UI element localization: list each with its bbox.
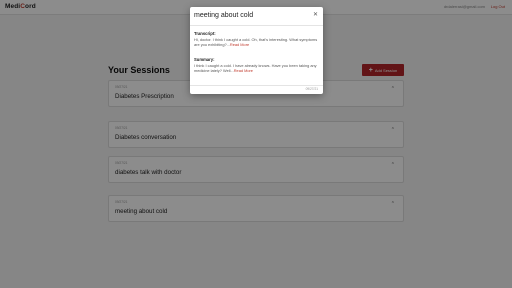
modal-title: meeting about cold	[194, 12, 254, 19]
modal-divider	[190, 25, 323, 26]
modal-divider	[190, 85, 323, 86]
transcript-text: Hi, doctor. I think I caught a cold. Oh,…	[194, 37, 318, 47]
summary-label: Summary:	[194, 57, 215, 62]
summary-text: I think I caught a cold. I have already …	[194, 63, 318, 73]
transcript-excerpt: Hi, doctor. I think I caught a cold. Oh,…	[194, 37, 318, 48]
modal-date: 09/27/21	[305, 87, 318, 91]
summary-excerpt: I think I caught a cold. I have already …	[194, 63, 317, 74]
session-modal: meeting about cold ✕ Transcript: Hi, doc…	[190, 7, 323, 94]
close-icon[interactable]: ✕	[313, 11, 318, 18]
transcript-read-more-link[interactable]: Read More	[230, 42, 249, 47]
summary-read-more-link[interactable]: Read More	[234, 68, 253, 73]
transcript-label: Transcript:	[194, 31, 216, 36]
